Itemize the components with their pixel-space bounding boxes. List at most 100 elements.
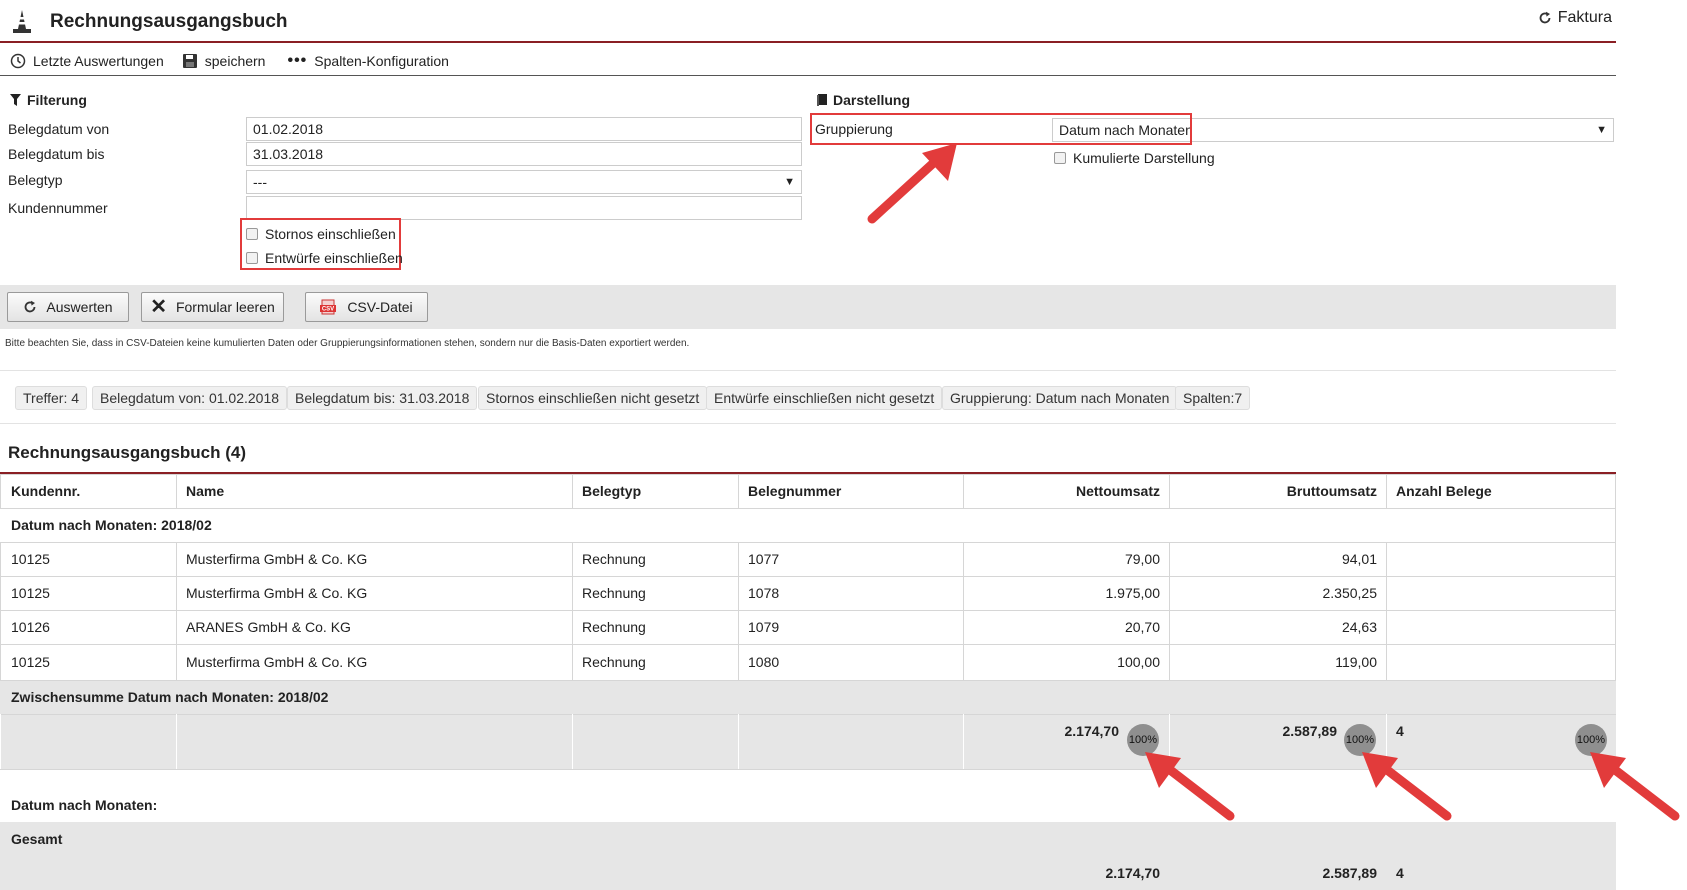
- clear-form-button[interactable]: ✕ Formular leeren: [141, 292, 284, 322]
- chip-grouping: Gruppierung: Datum nach Monaten: [942, 386, 1178, 410]
- col-divider: [0, 542, 1, 680]
- subtotal-count: 4: [1396, 723, 1404, 739]
- recent-evaluations-label: Letzte Auswertungen: [33, 53, 164, 69]
- storno-checkbox[interactable]: [246, 228, 258, 240]
- ellipsis-icon: •••: [287, 52, 308, 69]
- table-cell-gross: 2.350,25: [1322, 585, 1378, 601]
- filter-heading-label: Filterung: [27, 92, 87, 108]
- chip-columns: Spalten:7: [1175, 386, 1251, 410]
- page-title: Rechnungsausgangsbuch: [50, 11, 288, 32]
- annotation-arrow-icon: [1590, 752, 1680, 821]
- col-divider: [1615, 474, 1616, 508]
- table-cell-customer: 10125: [11, 654, 50, 670]
- draft-label: Entwürfe einschließen: [265, 250, 403, 266]
- doc-type-label: Belegtyp: [8, 172, 63, 188]
- save-button[interactable]: speichern: [182, 53, 266, 69]
- table-cell-name: Musterfirma GmbH & Co. KG: [186, 551, 368, 567]
- column-config-button[interactable]: ••• Spalten-Konfiguration: [287, 52, 449, 70]
- doc-type-select[interactable]: --- ▼: [246, 170, 802, 194]
- table-cell-gross: 24,63: [1341, 619, 1377, 635]
- table-cell-doc-type: Rechnung: [582, 551, 646, 567]
- column-header-net[interactable]: Nettoumsatz: [964, 474, 1169, 508]
- col-divider: [572, 714, 573, 769]
- total-count: 4: [1396, 865, 1404, 881]
- toolbar-divider: [0, 75, 1616, 76]
- draft-checkbox-row[interactable]: Entwürfe einschließen: [246, 250, 403, 266]
- table-cell-net: 1.975,00: [1105, 585, 1161, 601]
- chip-date-to: Belegdatum bis: 31.03.2018: [287, 386, 478, 410]
- column-header-customer[interactable]: Kundennr.: [2, 474, 176, 508]
- dropdown-arrow-icon: ▼: [1596, 124, 1607, 136]
- customer-number-label: Kundennummer: [8, 200, 108, 216]
- dropdown-arrow-icon: ▼: [784, 176, 795, 188]
- book-icon: [817, 94, 827, 106]
- col-divider: [1615, 508, 1616, 680]
- save-label: speichern: [204, 53, 266, 69]
- table-cell-customer: 10125: [11, 585, 50, 601]
- column-header-doc-number[interactable]: Belegnummer: [739, 474, 963, 508]
- storno-label: Stornos einschließen: [265, 226, 396, 242]
- header-divider: [0, 41, 1616, 43]
- filter-heading: Filterung: [10, 92, 87, 108]
- col-divider: [738, 714, 739, 769]
- column-header-count[interactable]: Anzahl Belege: [1387, 474, 1615, 508]
- table-cell-doc-type: Rechnung: [582, 619, 646, 635]
- total-gross: 2.587,89: [1322, 865, 1378, 881]
- cumulative-checkbox[interactable]: [1054, 152, 1066, 164]
- evaluate-button[interactable]: Auswerten: [7, 292, 129, 322]
- annotation-arrow-icon: [1145, 752, 1235, 821]
- table-cell-gross: 119,00: [1335, 654, 1377, 670]
- table-cell-doc-type: Rechnung: [582, 585, 646, 601]
- chip-storno: Stornos einschließen nicht gesetzt: [478, 386, 708, 410]
- csv-hint-text: Bitte beachten Sie, dass in CSV-Dateien …: [5, 338, 690, 349]
- date-to-input[interactable]: 31.03.2018: [246, 142, 802, 166]
- chip-date-from: Belegdatum von: 01.02.2018: [92, 386, 288, 410]
- col-divider: [1386, 542, 1387, 680]
- chip-drafts: Entwürfe einschließen nicht gesetzt: [706, 386, 943, 410]
- toolbar: Letzte Auswertungen speichern ••• Spalte…: [0, 47, 1616, 75]
- column-header-doc-type[interactable]: Belegtyp: [573, 474, 738, 508]
- column-header-gross[interactable]: Bruttoumsatz: [1170, 474, 1386, 508]
- subtotal-gross: 2.587,89: [1282, 723, 1338, 739]
- table-cell-doc-number: 1077: [748, 551, 780, 567]
- table-cell-net: 79,00: [1124, 551, 1160, 567]
- table-cell-doc-number: 1079: [748, 619, 780, 635]
- storno-checkbox-row[interactable]: Stornos einschließen: [246, 226, 396, 242]
- grouping-highlight: [810, 113, 1192, 145]
- col-divider: [0, 474, 1, 508]
- table-cell-net: 20,70: [1124, 619, 1160, 635]
- col-divider: [176, 714, 177, 769]
- table-cell-name: Musterfirma GmbH & Co. KG: [186, 585, 368, 601]
- cumulative-checkbox-row[interactable]: Kumulierte Darstellung: [1054, 150, 1215, 166]
- cumulative-label: Kumulierte Darstellung: [1073, 150, 1215, 166]
- evaluate-label: Auswerten: [46, 299, 113, 315]
- table-cell-gross: 94,01: [1341, 551, 1377, 567]
- csv-file-icon: CSV: [320, 299, 337, 315]
- group-header: Datum nach Monaten: 2018/02: [11, 517, 212, 533]
- table-cell-customer: 10126: [11, 619, 50, 635]
- floppy-disk-icon: [182, 54, 197, 68]
- doc-type-value: ---: [253, 174, 267, 190]
- date-to-label: Belegdatum bis: [8, 146, 105, 162]
- column-header-name[interactable]: Name: [177, 474, 572, 508]
- group-footer: Datum nach Monaten:: [11, 797, 158, 813]
- table-cell-doc-number: 1080: [748, 654, 780, 670]
- close-icon: ✕: [150, 296, 167, 318]
- table-cell-doc-number: 1078: [748, 585, 780, 601]
- table-title: Rechnungsausgangsbuch (4): [8, 443, 247, 462]
- annotation-arrow-icon: [867, 143, 957, 224]
- total-label: Gesamt: [11, 831, 63, 847]
- clock-icon: [10, 53, 26, 69]
- column-config-label: Spalten-Konfiguration: [314, 53, 449, 69]
- faktura-link[interactable]: Faktura: [1538, 9, 1612, 27]
- subtotal-net: 2.174,70: [1064, 723, 1120, 739]
- table-cell-customer: 10125: [11, 551, 50, 567]
- display-heading: Darstellung: [817, 92, 910, 108]
- recent-evaluations-button[interactable]: Letzte Auswertungen: [10, 53, 164, 69]
- date-from-input[interactable]: 01.02.2018: [246, 117, 802, 141]
- customer-number-input[interactable]: [246, 196, 802, 220]
- draft-checkbox[interactable]: [246, 252, 258, 264]
- col-divider: [0, 714, 1, 769]
- csv-export-button[interactable]: CSV CSV-Datei: [305, 292, 428, 322]
- date-from-label: Belegdatum von: [8, 121, 110, 137]
